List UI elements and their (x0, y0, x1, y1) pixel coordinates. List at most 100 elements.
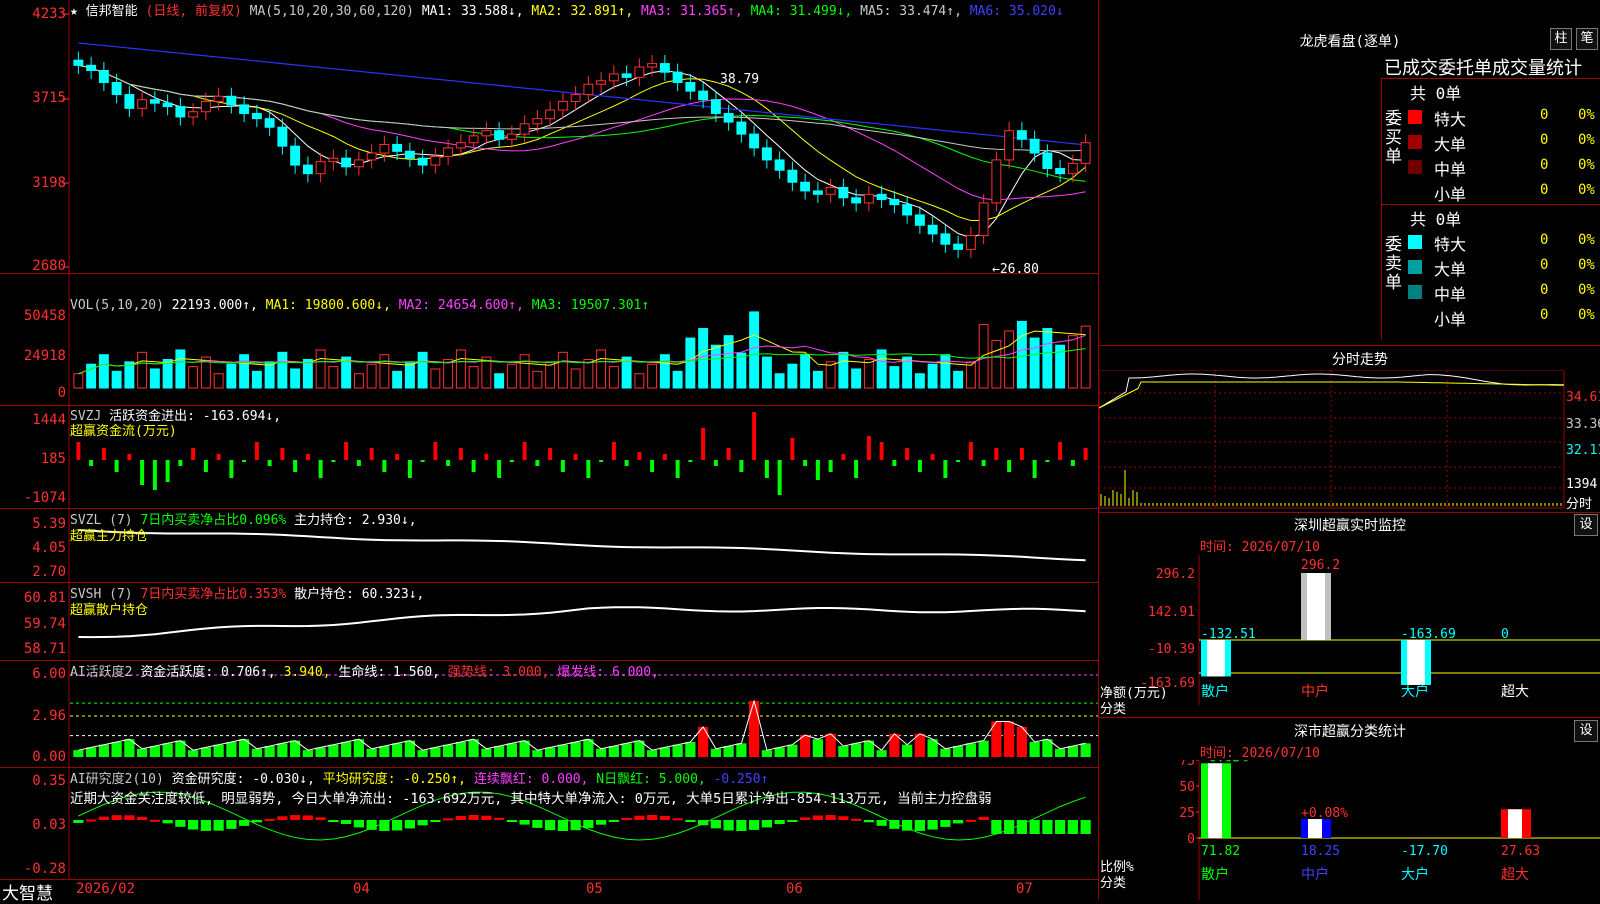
candle (774, 159, 785, 171)
candle (583, 83, 594, 96)
activity-bar (659, 747, 670, 757)
bar-view-button[interactable]: 柱 (1550, 28, 1572, 50)
volume-bar (188, 366, 199, 389)
ai-research-pane[interactable]: AI研究度2(10) 资金研究度: -0.030↓, 平均研究度: -0.250… (0, 767, 1098, 880)
research-bar (710, 820, 721, 829)
research-bar (353, 820, 364, 828)
vol-label: VOL(5,10,20) (70, 298, 164, 313)
research-bar (545, 820, 556, 831)
y-tick: 0 (57, 385, 66, 401)
activity-bar (851, 743, 862, 757)
volume-bar (1016, 320, 1027, 389)
volume-bar (736, 352, 747, 389)
flow-bar (930, 454, 935, 460)
volume-pane[interactable]: VOL(5,10,20) 22193.000↑, MA1: 19800.600↓… (0, 273, 1098, 406)
row-count: 0 (1540, 257, 1549, 273)
value-label: 18.25 (1301, 844, 1340, 859)
row-pct: 0% (1578, 182, 1595, 198)
row-label: 小单 (1434, 185, 1467, 204)
longhu-row: 中单 0 0% (1408, 155, 1600, 179)
activity-bar (965, 743, 976, 757)
volume-bar (73, 373, 84, 389)
research-bar (277, 816, 288, 820)
flow-bar (89, 460, 94, 466)
activity-bar (902, 744, 913, 757)
x-tick: 04 (353, 881, 370, 897)
kline-pane[interactable]: ★ 信邦智能 (日线, 前复权) MA(5,10,20,30,60,120) M… (0, 0, 1098, 277)
activity-bar (481, 748, 492, 757)
y-tick: 50458 (23, 308, 66, 324)
research-bar (264, 818, 275, 821)
color-swatch (1408, 110, 1422, 124)
candle (1029, 138, 1040, 154)
activity-bar (710, 748, 721, 757)
volume-bar (264, 361, 275, 389)
research-bar (978, 816, 989, 820)
activity-bar (328, 744, 339, 757)
flow-bar (815, 460, 820, 480)
sz-monitor-settings-button[interactable]: 设 (1574, 514, 1598, 536)
candle (889, 198, 900, 206)
svzj-pane[interactable]: SVZJ 活跃资金进出: -163.694↓, 超赢资金流(万元) 1444 1… (0, 405, 1098, 509)
candle (200, 100, 211, 113)
stock-name[interactable]: 信邦智能 (86, 4, 138, 19)
x-axis: 大智慧 2026/02 04 05 06 07 (0, 879, 1098, 904)
volume-bar (404, 361, 415, 389)
volume-bar (596, 349, 607, 389)
flow-bar (407, 460, 412, 478)
tick-view-button[interactable]: 笔 (1576, 28, 1598, 50)
research-bar (1042, 820, 1053, 834)
flow-bar (752, 412, 757, 460)
svzl-pane[interactable]: SVZL (7) 7日内买卖净占比0.096% 主力持仓: 2.930↓, 超赢… (0, 508, 1098, 583)
flow-bar (586, 460, 591, 478)
sz-class-settings-button[interactable]: 设 (1574, 720, 1598, 742)
flow-bar (764, 460, 769, 478)
research-bar (659, 815, 670, 820)
flow-bar (548, 448, 553, 460)
value-label: -17.70 (1401, 844, 1448, 859)
flow-bar (726, 448, 731, 460)
y-tick: 142.91 (1148, 605, 1195, 620)
flow-bar (165, 460, 170, 482)
volume-bar (876, 349, 887, 389)
candle (251, 112, 262, 120)
research-bar (392, 820, 403, 831)
row-count: 0 (1540, 157, 1549, 173)
volume-bar (455, 349, 466, 389)
candlestick-chart[interactable] (0, 0, 1098, 273)
volume-bar (506, 363, 517, 389)
activity-bar (812, 739, 823, 757)
longhu-box-line (1381, 78, 1382, 340)
ai-activity-pane[interactable]: AI活跃度2 资金活跃度: 0.706↑, 3.940, 生命线: 1.560,… (0, 660, 1098, 768)
candle (481, 130, 492, 137)
research-bar (851, 818, 862, 821)
longhu-row: 大单 0 0% (1408, 255, 1600, 279)
flow-bar (917, 460, 922, 472)
svsh-pane[interactable]: SVSH (7) 7日内买卖净占比0.353% 散户持仓: 60.323↓, 超… (0, 582, 1098, 661)
volume-bar (889, 366, 900, 389)
research-bar (417, 820, 428, 826)
volume-bar (277, 351, 288, 389)
y-tick: 0.03 (32, 817, 66, 833)
flow-bar (611, 442, 616, 460)
flow-bar (101, 448, 106, 460)
longhu-row: 小单 0 0% (1408, 180, 1600, 204)
activity-bar (149, 746, 160, 757)
activity-bar (736, 743, 747, 757)
candle (978, 202, 989, 237)
ai2-res: 资金研究度: -0.030↓, (171, 772, 315, 787)
ai2-label: AI研究度2(10) (70, 772, 164, 787)
candle (927, 224, 938, 235)
ma-line (78, 64, 1086, 182)
row-count: 0 (1540, 182, 1549, 198)
sz-class-chart: 75 50 25 0 -0.03% 71.82 散户 +0.08% 18.25 中户 -17.70 大… (1179, 760, 1600, 900)
flow-bar (446, 460, 451, 466)
fenshi-top-line (1099, 345, 1600, 346)
volume-bar (379, 354, 390, 389)
research-bar (468, 815, 479, 820)
research-bar (111, 815, 122, 820)
intraday-chart[interactable] (1099, 370, 1569, 510)
y-tick: 0.00 (32, 749, 66, 765)
research-bar (825, 815, 836, 820)
research-bar (162, 820, 173, 824)
